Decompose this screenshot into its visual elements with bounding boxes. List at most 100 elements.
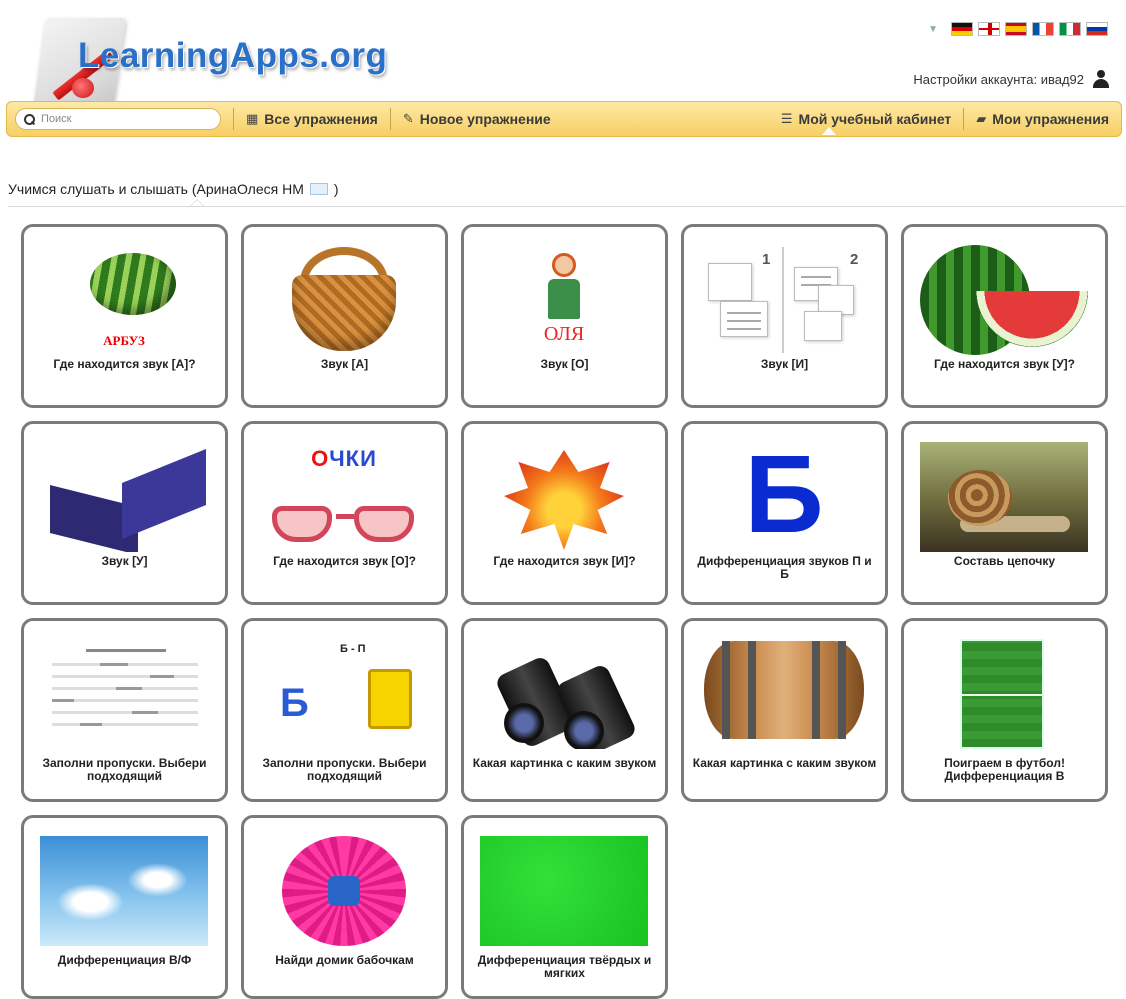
exercise-title: Какая картинка с каким звуком — [692, 757, 877, 770]
exercise-tile[interactable]: Звук [А] — [241, 224, 448, 408]
exercise-tile[interactable]: Какая картинка с каким звуком — [461, 618, 668, 802]
nav-my-exercises-label: Мои упражнения — [992, 111, 1109, 127]
box-icon — [40, 442, 208, 552]
title-divider — [8, 206, 1126, 207]
grid-icon: ▦ — [246, 111, 259, 126]
exercise-tile[interactable]: Звук [У] — [21, 421, 228, 605]
title-pointer — [190, 199, 204, 206]
list-icon: ☰ — [780, 111, 793, 126]
exercise-tile[interactable]: ОЛЯ Звук [О] — [461, 224, 668, 408]
page-title-suffix: ) — [333, 181, 339, 197]
logo[interactable]: LearningApps.org — [30, 12, 410, 104]
exercise-tile[interactable]: Найди домик бабочкам — [241, 815, 448, 999]
number-two-icon: 2 — [850, 251, 859, 268]
maple-leaf-icon — [480, 442, 648, 552]
divider — [782, 247, 784, 353]
doll-icon: ОЛЯ — [480, 245, 648, 355]
box-graphic — [50, 449, 206, 552]
gap-line — [116, 687, 142, 690]
gap-line — [52, 699, 74, 702]
exercise-title: Звук [У] — [101, 555, 148, 568]
flag-english-icon[interactable] — [978, 22, 1000, 36]
language-dropdown-icon[interactable]: ▼ — [928, 24, 938, 35]
image-label-letter: О — [311, 446, 330, 471]
exercise-tile[interactable]: Составь цепочку — [901, 421, 1108, 605]
snail-icon — [920, 442, 1088, 552]
flag-russian-icon[interactable] — [1086, 22, 1108, 36]
image-label-letter: И — [360, 446, 377, 471]
search-input[interactable] — [39, 112, 209, 126]
exercise-tile[interactable]: Б Дифференциация звуков П и Б — [681, 421, 888, 605]
exercise-tile[interactable]: Поиграем в футбол! Дифференциация В — [901, 618, 1108, 802]
exercise-tile[interactable]: АРБУЗ Где находится звук [А]? — [21, 224, 228, 408]
barrel-hoop — [748, 641, 756, 739]
nav-new-exercise[interactable]: ✎ Новое упражнение — [389, 108, 563, 130]
maple-leaf-graphic — [504, 450, 624, 550]
account-settings-link[interactable]: Настройки аккаунта: ивад92 — [913, 70, 1110, 88]
binoculars-lens — [504, 703, 544, 743]
flag-german-icon[interactable] — [951, 22, 973, 36]
flag-italian-icon[interactable] — [1059, 22, 1081, 36]
nav-active-indicator — [822, 127, 836, 135]
flower-icon — [260, 836, 428, 946]
exercise-title: Где находится звук [И]? — [493, 555, 636, 568]
watermelon-slice-icon — [920, 245, 1088, 355]
nav-new-exercise-label: Новое упражнение — [419, 111, 551, 127]
exercise-title: Звук [А] — [320, 358, 369, 371]
number-one-icon: 1 — [762, 251, 771, 268]
nav-my-exercises[interactable]: ▰ Мои упражнения — [963, 108, 1121, 130]
flower-graphic — [282, 836, 406, 946]
barrel-hoop — [812, 641, 820, 739]
nav-all-exercises[interactable]: ▦ Все упражнения — [233, 108, 390, 130]
text-line — [52, 675, 198, 678]
gap-line — [86, 649, 166, 652]
exercise-title: Где находится звук [О]? — [273, 555, 416, 568]
user-icon[interactable] — [1092, 70, 1110, 88]
doll-graphic — [542, 249, 586, 329]
sky-icon — [40, 836, 208, 946]
exercise-tile[interactable]: ОЧКИ Где находится звук [О]? — [241, 421, 448, 605]
account-label[interactable]: Настройки аккаунта: ивад92 — [913, 72, 1084, 87]
sky-graphic — [40, 836, 208, 946]
exercise-tile[interactable]: Где находится звук [И]? — [461, 421, 668, 605]
flag-spanish-icon[interactable] — [1005, 22, 1027, 36]
mail-icon[interactable] — [309, 183, 328, 195]
exercise-tile[interactable]: Какая картинка с каким звуком — [681, 618, 888, 802]
placeholder-docs-icon: 1 2 — [700, 245, 868, 355]
exercise-tile[interactable]: Где находится звук [У]? — [901, 224, 1108, 408]
gap-line — [100, 663, 128, 666]
barrel-hoop — [722, 641, 730, 739]
doc-line — [727, 312, 761, 314]
image-doc-icon — [708, 263, 752, 301]
exercise-tile[interactable]: Заполни пропуски. Выбери подходящий — [21, 618, 228, 802]
gap-line — [132, 711, 158, 714]
nav-my-cabinet[interactable]: ☰ Мой учебный кабинет — [769, 108, 963, 130]
exercise-title: Дифференциация твёрдых и мягких — [477, 954, 652, 980]
exercise-tile[interactable]: Дифференциация В/Ф — [21, 815, 228, 999]
image-label: ОЧКИ — [260, 446, 428, 472]
barrel-hoop — [838, 641, 846, 739]
exercise-title: Где находится звук [А]? — [53, 358, 196, 371]
exercise-title: Заполни пропуски. Выбери подходящий — [42, 757, 207, 783]
exercise-tile[interactable]: Б - П Б Заполни пропуски. Выбери подходя… — [241, 618, 448, 802]
exercise-tile[interactable]: 1 2 Звук [И] — [681, 224, 888, 408]
letter-p-character — [368, 669, 412, 729]
exercise-title: Звук [И] — [760, 358, 809, 371]
glasses-graphic — [272, 498, 418, 544]
glasses-icon: ОЧКИ — [260, 442, 428, 552]
watermelon-icon: АРБУЗ — [40, 245, 208, 355]
watermelon-graphic — [90, 253, 176, 315]
search-icon[interactable] — [24, 113, 35, 125]
binoculars-icon — [480, 639, 648, 749]
logo-text: LearningApps.org — [78, 36, 388, 75]
main-navbar: ▦ Все упражнения ✎ Новое упражнение ☰ Мо… — [6, 101, 1122, 137]
image-doc-icon — [804, 311, 842, 341]
flag-french-icon[interactable] — [1032, 22, 1054, 36]
basket-graphic — [292, 275, 396, 351]
folder-icon: ▰ — [976, 111, 987, 126]
letter-b-icon: Б — [700, 442, 868, 552]
exercise-tile[interactable]: Дифференциация твёрдых и мягких — [461, 815, 668, 999]
search-box[interactable] — [15, 108, 221, 130]
exercise-title: Дифференциация звуков П и Б — [697, 555, 872, 581]
fill-gaps-icon — [40, 639, 208, 749]
